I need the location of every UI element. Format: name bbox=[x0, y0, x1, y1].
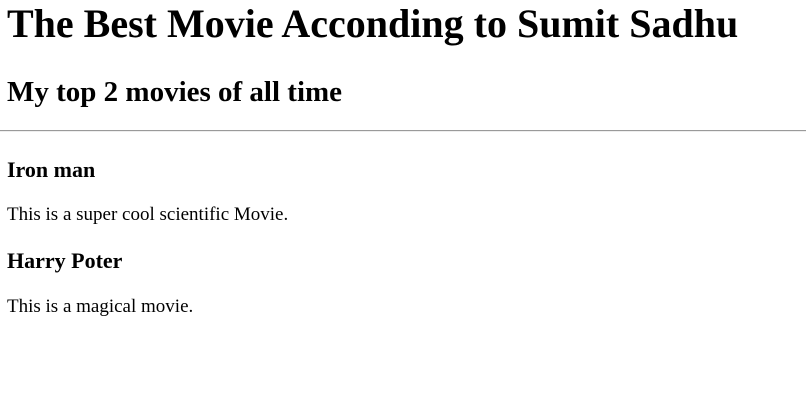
movie-description: This is a super cool scientific Movie. bbox=[7, 204, 289, 225]
movie-title: Iron man bbox=[7, 157, 96, 182]
movie-description: This is a magical movie. bbox=[7, 296, 194, 317]
page-subtitle: My top 2 movies of all time bbox=[7, 76, 343, 108]
movie-title: Harry Poter bbox=[7, 248, 123, 273]
movie-item-harry-poter: Harry Poter This is a magical movie. bbox=[7, 248, 806, 318]
page-title: The Best Movie Acconding to Sumit Sadhu bbox=[7, 1, 739, 46]
divider bbox=[0, 130, 806, 132]
movie-item-iron-man: Iron man This is a super cool scientific… bbox=[7, 157, 806, 226]
movie-list: Iron man This is a super cool scientific… bbox=[7, 157, 806, 318]
